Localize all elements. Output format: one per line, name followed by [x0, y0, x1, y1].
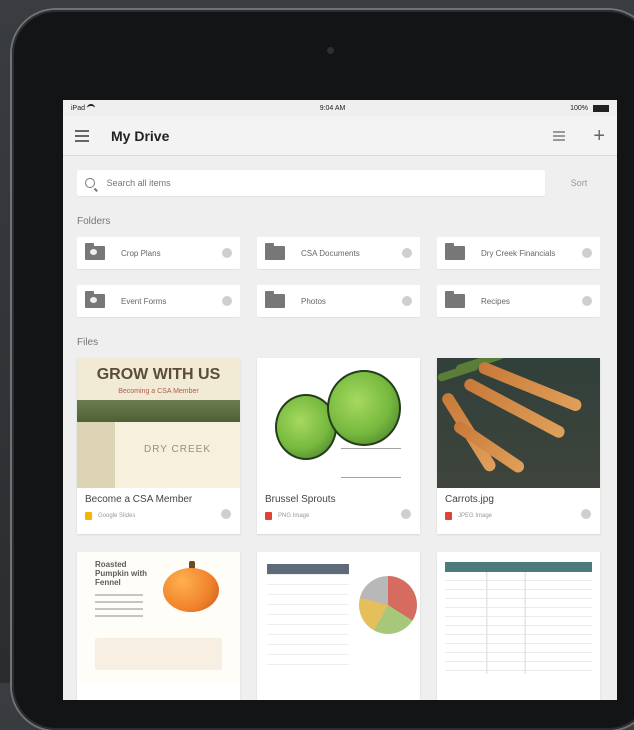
pie-chart-image [359, 576, 417, 634]
folder-name: Dry Creek Financials [481, 248, 556, 258]
search-bar[interactable] [77, 170, 545, 196]
info-icon[interactable] [402, 248, 412, 258]
folder-icon [265, 243, 285, 260]
list-view-icon[interactable] [553, 130, 566, 141]
google-slides-icon [85, 512, 92, 520]
recipe-title: Roasted Pumpkin with Fennel [95, 560, 147, 587]
recipe-lines [95, 594, 143, 622]
file-card-carrots[interactable]: Carrots.jpg JPEG Image [437, 358, 600, 534]
file-type: JPEG Image [445, 512, 592, 520]
status-bar: iPad 9:04 AM 100% [63, 100, 617, 116]
drive-content: Sort Folders Crop Plans CSA Documents Dr… [63, 156, 617, 700]
file-type: PNG Image [265, 512, 412, 520]
file-type: Google Slides [85, 512, 232, 520]
menu-icon[interactable] [75, 129, 89, 142]
folder-name: Recipes [481, 296, 510, 306]
folder-name: Event Forms [121, 296, 167, 306]
info-icon[interactable] [222, 248, 232, 258]
folders-grid: Crop Plans CSA Documents Dry Creek Finan… [77, 237, 603, 317]
thumbnail-sidebar [77, 422, 115, 488]
drive-screen: iPad 9:04 AM 100% My Drive + Search all … [63, 100, 617, 700]
file-meta: Brussel Sprouts PNG Image [257, 488, 420, 526]
handwriting-image [341, 448, 401, 478]
tablet-device: iPad 9:04 AM 100% My Drive + Search all … [12, 10, 634, 730]
brussels-sprout-image [327, 370, 401, 446]
folder-name: Crop Plans [121, 248, 161, 258]
thumbnail-headline: GROW WITH US [96, 366, 221, 383]
folder-icon [445, 291, 465, 308]
file-name: Carrots.jpg [445, 494, 494, 505]
folder-card-csa-documents[interactable]: CSA Documents [257, 237, 420, 269]
file-type-label: Google Slides [98, 513, 136, 519]
files-heading: Files [77, 337, 99, 348]
info-icon[interactable] [401, 509, 411, 519]
pumpkin-image [163, 568, 219, 612]
shared-folder-icon [85, 291, 105, 308]
app-bar: My Drive + [63, 116, 617, 156]
info-icon[interactable] [582, 248, 592, 258]
field-image [77, 400, 240, 422]
file-card-become-a-csa-member[interactable]: GROW WITH US Becoming a CSA Member DRY C… [77, 358, 240, 534]
folder-card-dry-creek-financials[interactable]: Dry Creek Financials [437, 237, 600, 269]
folder-card-recipes[interactable]: Recipes [437, 285, 600, 317]
carrier-status: iPad [71, 104, 96, 112]
info-icon[interactable] [222, 296, 232, 306]
info-icon[interactable] [581, 509, 591, 519]
thumbnail-brand: DRY CREEK [144, 444, 211, 455]
add-icon[interactable]: + [593, 126, 605, 146]
file-type-label: JPEG Image [458, 513, 493, 519]
camera-icon [327, 47, 334, 54]
file-thumbnail [257, 358, 420, 488]
folder-card-crop-plans[interactable]: Crop Plans [77, 237, 240, 269]
file-thumbnail [437, 358, 600, 488]
files-grid: GROW WITH US Becoming a CSA Member DRY C… [77, 358, 603, 700]
folders-heading: Folders [77, 216, 111, 227]
image-icon [445, 512, 452, 520]
info-icon[interactable] [582, 296, 592, 306]
battery-label: 100% [570, 104, 588, 112]
folder-card-photos[interactable]: Photos [257, 285, 420, 317]
file-card-spreadsheet-chart[interactable] [257, 552, 420, 700]
file-thumbnail: Roasted Pumpkin with Fennel [77, 552, 240, 682]
folder-name: CSA Documents [301, 248, 360, 258]
recipe-note-box [95, 638, 222, 670]
search-input[interactable] [104, 177, 537, 189]
info-icon[interactable] [402, 296, 412, 306]
search-icon [85, 178, 95, 188]
file-card-spreadsheet-table[interactable] [437, 552, 600, 700]
page-title: My Drive [111, 127, 170, 144]
thumbnail-subhead: Becoming a CSA Member [118, 388, 199, 395]
info-icon[interactable] [221, 509, 231, 519]
carrier-label: iPad [71, 104, 86, 112]
shared-folder-icon [85, 243, 105, 260]
file-meta: Become a CSA Member Google Slides [77, 488, 240, 526]
wifi-icon [87, 104, 96, 112]
file-card-brussel-sprouts[interactable]: Brussel Sprouts PNG Image [257, 358, 420, 534]
folder-name: Photos [301, 296, 326, 306]
file-thumbnail [257, 552, 420, 682]
spreadsheet-table-image [267, 564, 349, 672]
image-icon [265, 512, 272, 520]
file-name: Become a CSA Member [85, 494, 193, 505]
sort-button[interactable]: Sort [555, 178, 603, 188]
file-type-label: PNG Image [278, 513, 310, 519]
file-name: Brussel Sprouts [265, 494, 336, 505]
folder-icon [445, 243, 465, 260]
spreadsheet-grid-image [445, 562, 592, 674]
folder-icon [265, 291, 285, 308]
file-thumbnail: GROW WITH US Becoming a CSA Member DRY C… [77, 358, 240, 488]
battery-icon [592, 104, 609, 112]
carrot-image [476, 360, 584, 413]
battery-status: 100% [570, 104, 609, 112]
folder-card-event-forms[interactable]: Event Forms [77, 285, 240, 317]
file-card-roasted-pumpkin[interactable]: Roasted Pumpkin with Fennel [77, 552, 240, 700]
search-row: Sort [77, 170, 603, 196]
file-thumbnail [437, 552, 600, 682]
thumbnail-brand-panel: DRY CREEK [115, 422, 240, 488]
file-meta: Carrots.jpg JPEG Image [437, 488, 600, 526]
time-label: 9:04 AM [319, 104, 346, 112]
